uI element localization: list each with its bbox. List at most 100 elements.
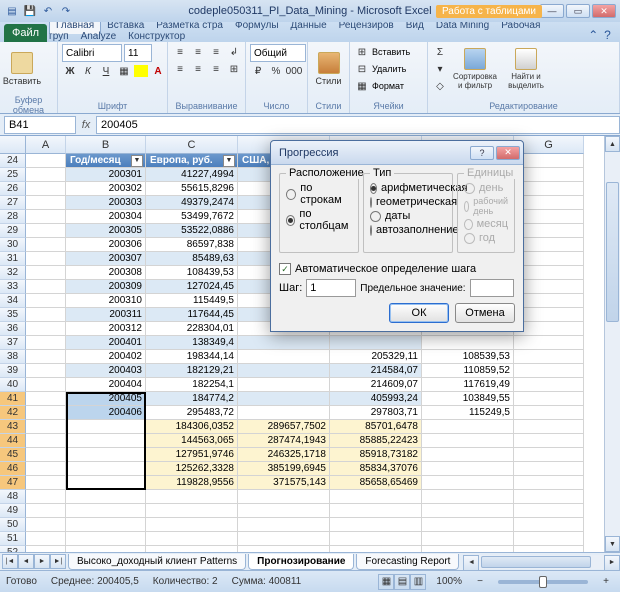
view-buttons[interactable]: ▦ ▤ ▥ bbox=[378, 574, 426, 590]
sheet-tab[interactable]: Высоко_доходный клиент Patterns bbox=[68, 554, 246, 570]
row-header-34[interactable]: 34 bbox=[0, 294, 26, 308]
cell[interactable] bbox=[330, 518, 422, 532]
row-header-35[interactable]: 35 bbox=[0, 308, 26, 322]
cell[interactable]: 53499,7672 bbox=[146, 210, 238, 224]
cell[interactable] bbox=[330, 504, 422, 518]
row-header-51[interactable]: 51 bbox=[0, 532, 26, 546]
zoom-out-button[interactable]: − bbox=[472, 574, 488, 590]
normal-view-icon[interactable]: ▦ bbox=[378, 574, 394, 590]
filter-dropdown-icon[interactable]: ▼ bbox=[131, 155, 143, 167]
cell[interactable]: 85658,65469 bbox=[330, 476, 422, 490]
cell[interactable]: 108539,53 bbox=[422, 350, 514, 364]
row-header-36[interactable]: 36 bbox=[0, 322, 26, 336]
cell[interactable] bbox=[422, 532, 514, 546]
row-header-46[interactable]: 46 bbox=[0, 462, 26, 476]
cell[interactable] bbox=[514, 224, 584, 238]
cancel-button[interactable]: Отмена bbox=[455, 303, 515, 323]
cell[interactable]: 200312 bbox=[66, 322, 146, 336]
cell[interactable] bbox=[26, 504, 66, 518]
row-header-41[interactable]: 41 bbox=[0, 392, 26, 406]
scroll-up-button[interactable]: ▲ bbox=[605, 136, 620, 152]
geometric-radio[interactable]: геометрическая bbox=[370, 196, 446, 208]
save-icon[interactable]: 💾 bbox=[22, 3, 38, 19]
row-header-27[interactable]: 27 bbox=[0, 196, 26, 210]
cell[interactable] bbox=[66, 434, 146, 448]
ok-button[interactable]: ОК bbox=[389, 303, 449, 323]
row-header-38[interactable]: 38 bbox=[0, 350, 26, 364]
table-header-cell[interactable]: Год/месяц▼ bbox=[66, 154, 146, 168]
vertical-scrollbar[interactable]: ▲ ▼ bbox=[604, 136, 620, 552]
cell[interactable]: 127024,45 bbox=[146, 280, 238, 294]
cell[interactable] bbox=[26, 336, 66, 350]
comma-button[interactable]: 000 bbox=[286, 63, 302, 79]
autosum-button[interactable]: Σ bbox=[432, 44, 448, 60]
filter-dropdown-icon[interactable]: ▼ bbox=[223, 155, 235, 167]
cell[interactable]: 119828,9556 bbox=[146, 476, 238, 490]
cell[interactable] bbox=[514, 350, 584, 364]
cell[interactable] bbox=[26, 196, 66, 210]
cell[interactable] bbox=[514, 364, 584, 378]
cell[interactable] bbox=[66, 546, 146, 552]
cell[interactable] bbox=[422, 420, 514, 434]
cell[interactable]: 289657,7502 bbox=[238, 420, 330, 434]
cell[interactable]: 41227,4994 bbox=[146, 168, 238, 182]
cell[interactable]: 200402 bbox=[66, 350, 146, 364]
cell[interactable]: 297803,71 bbox=[330, 406, 422, 420]
row-header-28[interactable]: 28 bbox=[0, 210, 26, 224]
cell[interactable]: 214584,07 bbox=[330, 364, 422, 378]
file-tab[interactable]: Файл bbox=[4, 24, 47, 42]
cell[interactable] bbox=[422, 462, 514, 476]
paste-button[interactable]: Вставить bbox=[4, 44, 40, 94]
cell[interactable]: 198344,14 bbox=[146, 350, 238, 364]
font-name-combo[interactable]: Calibri bbox=[62, 44, 122, 62]
cell[interactable] bbox=[146, 518, 238, 532]
cell[interactable]: 200405 bbox=[66, 392, 146, 406]
number-format-combo[interactable]: Общий bbox=[250, 44, 306, 62]
cell[interactable] bbox=[26, 294, 66, 308]
sheet-nav-next[interactable]: ► bbox=[34, 554, 50, 569]
cell[interactable]: 85701,6478 bbox=[330, 420, 422, 434]
cell[interactable] bbox=[66, 420, 146, 434]
row-header-44[interactable]: 44 bbox=[0, 434, 26, 448]
insert-cells-button[interactable]: ⊞Вставить bbox=[354, 44, 410, 60]
align-left-button[interactable]: ≡ bbox=[172, 61, 188, 77]
cell[interactable] bbox=[26, 406, 66, 420]
dates-radio[interactable]: даты bbox=[370, 210, 446, 222]
cell[interactable]: 184306,0352 bbox=[146, 420, 238, 434]
cell[interactable] bbox=[514, 546, 584, 552]
cell[interactable] bbox=[514, 476, 584, 490]
column-header-B[interactable]: B bbox=[66, 136, 146, 154]
border-button[interactable]: ▦ bbox=[116, 63, 132, 79]
cell[interactable] bbox=[514, 434, 584, 448]
cell[interactable]: 125262,3328 bbox=[146, 462, 238, 476]
fill-button[interactable]: ▾ bbox=[432, 61, 448, 77]
cell[interactable] bbox=[26, 532, 66, 546]
cell[interactable] bbox=[26, 322, 66, 336]
cell[interactable]: 205329,11 bbox=[330, 350, 422, 364]
row-header-48[interactable]: 48 bbox=[0, 490, 26, 504]
cell[interactable] bbox=[26, 182, 66, 196]
cell[interactable] bbox=[66, 490, 146, 504]
help-icon[interactable]: ? bbox=[604, 28, 616, 42]
by-rows-radio[interactable]: по строкам bbox=[286, 182, 352, 206]
row-header-52[interactable]: 52 bbox=[0, 546, 26, 552]
cell[interactable] bbox=[238, 378, 330, 392]
cell[interactable]: 103849,55 bbox=[422, 392, 514, 406]
cell[interactable] bbox=[26, 266, 66, 280]
scroll-right-button[interactable]: ► bbox=[604, 555, 620, 571]
percent-button[interactable]: % bbox=[268, 63, 284, 79]
cell[interactable] bbox=[514, 154, 584, 168]
cell[interactable]: 127951,9746 bbox=[146, 448, 238, 462]
cell[interactable]: 182129,21 bbox=[146, 364, 238, 378]
limit-input[interactable] bbox=[470, 279, 514, 297]
cell[interactable]: 85489,63 bbox=[146, 252, 238, 266]
row-header-50[interactable]: 50 bbox=[0, 518, 26, 532]
cell[interactable] bbox=[26, 546, 66, 552]
font-color-button[interactable]: A bbox=[150, 63, 166, 79]
cell[interactable] bbox=[514, 518, 584, 532]
cell[interactable]: 117644,45 bbox=[146, 308, 238, 322]
page-layout-icon[interactable]: ▤ bbox=[394, 574, 410, 590]
step-input[interactable] bbox=[306, 279, 356, 297]
cell[interactable] bbox=[26, 462, 66, 476]
cell[interactable]: 115449,5 bbox=[146, 294, 238, 308]
